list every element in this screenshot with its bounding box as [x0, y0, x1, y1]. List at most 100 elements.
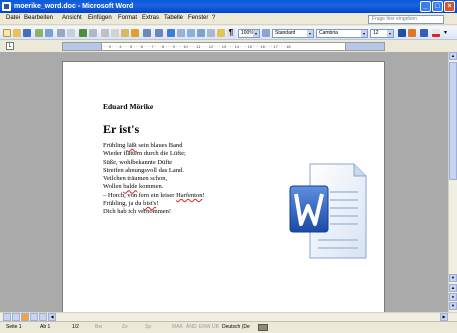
toolbar-options-icon[interactable]: ▾: [444, 29, 452, 37]
poem-text: Streifen ahnungsvoll das Land.: [103, 166, 184, 174]
poem-text: sein blaues Band: [136, 142, 183, 149]
web-view-icon[interactable]: [12, 313, 20, 321]
maximize-button[interactable]: □: [432, 1, 443, 12]
poem-text: Frühling: [103, 142, 128, 149]
menu-format[interactable]: Format: [118, 15, 137, 21]
style-select[interactable]: Standard ▾: [272, 29, 314, 38]
vertical-scrollbar[interactable]: ▲ ▼ ▲ ● ▼: [448, 52, 457, 312]
ruler-right-margin: [345, 42, 385, 51]
status-bar: Seite 1 Ab 1 1/2 Bei Ze Sp MAK ÄND ERW Ü…: [0, 321, 457, 333]
scroll-up-icon[interactable]: ▲: [449, 52, 457, 60]
menu-datei[interactable]: Datei: [6, 15, 20, 21]
document-page[interactable]: Eduard Mörike Er ist's Frühling läßt sei…: [62, 61, 385, 312]
redo-icon[interactable]: [155, 29, 163, 37]
scroll-down-icon[interactable]: ▼: [449, 274, 457, 282]
poem-text: Süße, wohlbekannte Düfte: [103, 158, 173, 166]
open-folder-icon[interactable]: [13, 29, 21, 37]
menu-bearbeiten[interactable]: Bearbeiten: [24, 15, 53, 21]
save-icon[interactable]: [23, 29, 31, 37]
zoom-select[interactable]: 100% ▾: [238, 29, 260, 38]
previous-page-icon[interactable]: ▲: [449, 284, 457, 292]
menu-tabelle[interactable]: Tabelle: [164, 15, 183, 21]
chevron-down-icon: ▾: [361, 30, 367, 37]
poem-text: !: [202, 191, 205, 199]
excel-icon[interactable]: [197, 29, 205, 37]
poem-text: – Horch, von fern ein leiser: [103, 191, 177, 199]
spelling-error-word[interactable]: läßt: [127, 142, 137, 149]
scroll-right-icon[interactable]: ▶: [440, 313, 448, 321]
hyperlink-icon[interactable]: [167, 29, 175, 37]
spelling-error-word[interactable]: balde: [123, 183, 137, 190]
undo-icon[interactable]: [143, 29, 151, 37]
menu-extras[interactable]: Extras: [142, 15, 159, 21]
paste-icon[interactable]: [121, 29, 129, 37]
status-extend[interactable]: ERW: [199, 322, 211, 333]
normal-view-icon[interactable]: [3, 313, 11, 321]
word-window: moerike_word.doc - Microsoft Word _ □ × …: [0, 0, 457, 333]
word-document-icon: [289, 163, 367, 259]
permission-icon[interactable]: [35, 29, 43, 37]
bullets-icon[interactable]: [420, 29, 428, 37]
status-macro[interactable]: MAK: [172, 322, 183, 333]
drawing-icon[interactable]: [217, 29, 225, 37]
tables-icon[interactable]: [177, 29, 185, 37]
spelling-status-icon[interactable]: [258, 324, 268, 331]
print-icon[interactable]: [57, 29, 65, 37]
status-column: Sp: [145, 324, 152, 330]
spelling-error-word[interactable]: Harfenton: [176, 192, 202, 199]
poem-text: Wollen: [103, 183, 124, 191]
scroll-thumb[interactable]: [449, 62, 457, 180]
new-document-icon[interactable]: [3, 29, 11, 37]
spelling-error-word[interactable]: bist's: [143, 200, 156, 207]
email-icon[interactable]: [45, 29, 53, 37]
print-preview-icon[interactable]: [67, 29, 75, 37]
tab-selector-icon[interactable]: L: [6, 42, 14, 50]
poem-line: Wieder flattern durch die Lüfte;: [103, 150, 323, 158]
browse-object-icon[interactable]: ●: [449, 293, 457, 301]
chevron-down-icon: ▾: [307, 30, 313, 37]
word-app-icon: [2, 2, 11, 11]
print-layout-icon[interactable]: [21, 313, 29, 321]
columns-icon[interactable]: [207, 29, 215, 37]
style-value: Standard: [275, 30, 296, 36]
menu-einfuegen[interactable]: Einfügen: [88, 15, 112, 21]
poem-text: kommen.: [137, 183, 164, 191]
close-button[interactable]: ×: [444, 1, 455, 12]
status-at: Bei: [95, 324, 103, 330]
menu-fenster[interactable]: Fenster: [188, 15, 208, 21]
research-icon[interactable]: [89, 29, 97, 37]
status-overtype[interactable]: ÜB: [212, 322, 219, 333]
status-line: Ze: [122, 324, 128, 330]
font-color-icon[interactable]: [432, 29, 440, 37]
menu-ansicht[interactable]: Ansicht: [62, 15, 82, 21]
font-select[interactable]: Cambria ▾: [316, 29, 368, 38]
minimize-button[interactable]: _: [420, 1, 431, 12]
title-bar: moerike_word.doc - Microsoft Word _ □ ×: [0, 0, 457, 13]
reading-view-icon[interactable]: [39, 313, 47, 321]
outline-view-icon[interactable]: [30, 313, 38, 321]
spelling-icon[interactable]: [79, 29, 87, 37]
cut-icon[interactable]: [101, 29, 109, 37]
font-size-select[interactable]: 12 ▾: [370, 29, 394, 38]
bold-icon[interactable]: [398, 29, 406, 37]
menu-help[interactable]: ?: [212, 15, 215, 21]
status-language[interactable]: Deutsch (De: [222, 322, 250, 333]
scroll-left-icon[interactable]: ◀: [48, 313, 56, 321]
status-track-changes[interactable]: ÄND: [186, 322, 197, 333]
insert-table-icon[interactable]: [187, 29, 195, 37]
status-page-count: 1/2: [72, 324, 79, 330]
status-section: Ab 1: [40, 324, 51, 330]
help-search-input[interactable]: Frage hier eingeben: [368, 15, 444, 24]
window-title: moerike_word.doc - Microsoft Word: [14, 3, 134, 10]
format-painter-icon[interactable]: [131, 29, 139, 37]
poem-title: Er ist's: [103, 122, 140, 136]
show-marks-icon[interactable]: ¶: [227, 29, 235, 37]
horizontal-ruler[interactable]: 2 · · · 1 · · · 1 · · · 2 · · · 3 · · · …: [62, 42, 385, 51]
help-icon[interactable]: [262, 29, 270, 37]
horizontal-scrollbar[interactable]: ◀ ▶: [0, 312, 457, 321]
copy-icon[interactable]: [111, 29, 119, 37]
next-page-icon[interactable]: ▼: [449, 302, 457, 310]
zoom-value: 100%: [241, 30, 254, 36]
highlight-icon[interactable]: [408, 29, 416, 37]
poem-line: Frühling läßt sein blaues Band: [103, 142, 323, 150]
